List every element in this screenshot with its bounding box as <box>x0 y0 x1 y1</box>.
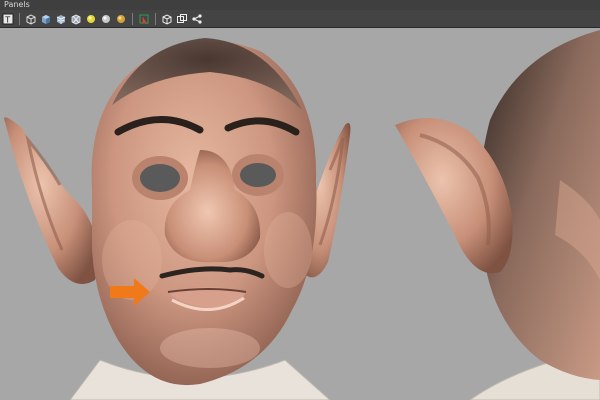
toolbar-separator <box>19 12 20 25</box>
wireframe-cube-icon[interactable] <box>24 12 38 26</box>
textured-cube-icon[interactable] <box>54 12 68 26</box>
shadows-icon[interactable] <box>114 12 128 26</box>
text-toggle-icon[interactable]: T <box>1 12 15 26</box>
multi-view-icon[interactable] <box>175 12 189 26</box>
scene-render <box>4 30 600 400</box>
panels-menu[interactable]: Panels <box>0 0 30 10</box>
left-eye <box>140 164 180 192</box>
toolbar-separator <box>155 12 156 25</box>
maya-viewport-window: Panels T <box>0 0 600 400</box>
smooth-shade-cube-icon[interactable] <box>39 12 53 26</box>
camera-icon[interactable] <box>160 12 174 26</box>
viewport-toolbar: T <box>0 10 600 28</box>
left-ear <box>4 117 99 284</box>
isolate-select-icon[interactable] <box>137 12 151 26</box>
use-default-lights-icon[interactable] <box>84 12 98 26</box>
node-graph-icon[interactable] <box>190 12 204 26</box>
panel-menu-bar: Panels <box>0 0 600 10</box>
3d-viewport[interactable] <box>0 28 600 400</box>
svg-text:T: T <box>4 15 10 24</box>
all-lights-icon[interactable] <box>99 12 113 26</box>
right-eye <box>240 163 276 187</box>
xray-icon[interactable] <box>69 12 83 26</box>
toolbar-separator <box>132 12 133 25</box>
